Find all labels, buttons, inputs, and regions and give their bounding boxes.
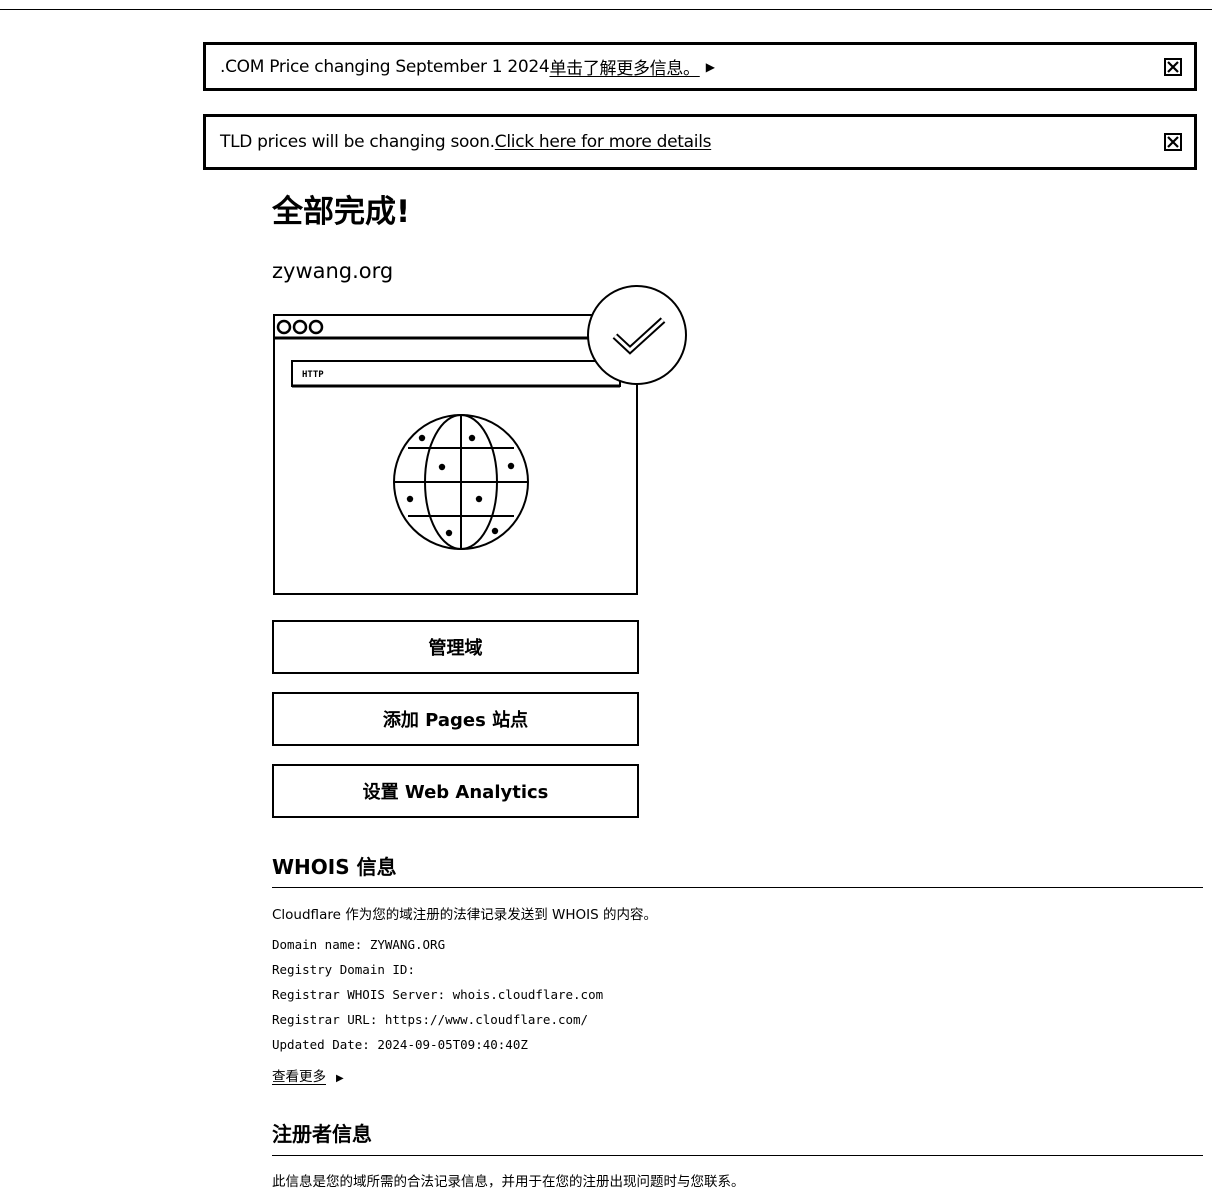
registrant-section-title: 注册者信息	[272, 1122, 372, 1146]
domain-name: zywang.org	[272, 259, 394, 283]
top-divider	[0, 9, 1212, 10]
close-icon[interactable]	[1164, 58, 1182, 76]
tld-price-banner: TLD prices will be changing soon. Click …	[203, 114, 1197, 170]
banner-text: TLD prices will be changing soon.	[220, 132, 495, 152]
browser-globe-illustration: HTTP	[273, 285, 687, 595]
banner-text: .COM Price changing September 1 2024	[220, 56, 550, 77]
whois-line: Registrar URL: https://www.cloudflare.co…	[272, 1012, 589, 1027]
whois-line: Domain name: ZYWANG.ORG	[272, 937, 446, 952]
add-pages-site-button[interactable]: 添加 Pages 站点	[272, 692, 639, 746]
section-divider	[272, 1155, 1203, 1156]
whois-section-title: WHOIS 信息	[272, 855, 397, 879]
section-divider	[272, 887, 1203, 888]
whois-line: Updated Date: 2024-09-05T09:40:40Z	[272, 1037, 528, 1052]
globe-icon	[393, 414, 529, 550]
banner-details-link[interactable]: Click here for more details	[495, 132, 712, 152]
address-bar-text: HTTP	[302, 370, 324, 380]
chevron-right-icon: ▶	[336, 1073, 344, 1084]
whois-line: Registrar WHOIS Server: whois.cloudflare…	[272, 987, 604, 1002]
registrant-description: 此信息是您的域所需的合法记录信息，并用于在您的注册出现问题时与您联系。	[272, 1174, 745, 1190]
checkmark-icon	[587, 285, 687, 385]
setup-web-analytics-button[interactable]: 设置 Web Analytics	[272, 764, 639, 818]
manage-domain-button[interactable]: 管理域	[272, 620, 639, 674]
view-more-link[interactable]: 查看更多 ▶	[272, 1065, 344, 1085]
banner-more-info-link[interactable]: 单击了解更多信息。	[549, 54, 700, 79]
whois-description: Cloudflare 作为您的域注册的法律记录发送到 WHOIS 的内容。	[272, 907, 657, 923]
chevron-right-icon: ▶	[705, 59, 715, 74]
view-more-label: 查看更多	[272, 1069, 326, 1085]
close-icon[interactable]	[1164, 133, 1182, 151]
page-title: 全部完成!	[272, 194, 411, 230]
com-price-banner: .COM Price changing September 1 2024 单击了…	[203, 42, 1197, 91]
whois-line: Registry Domain ID:	[272, 962, 415, 977]
